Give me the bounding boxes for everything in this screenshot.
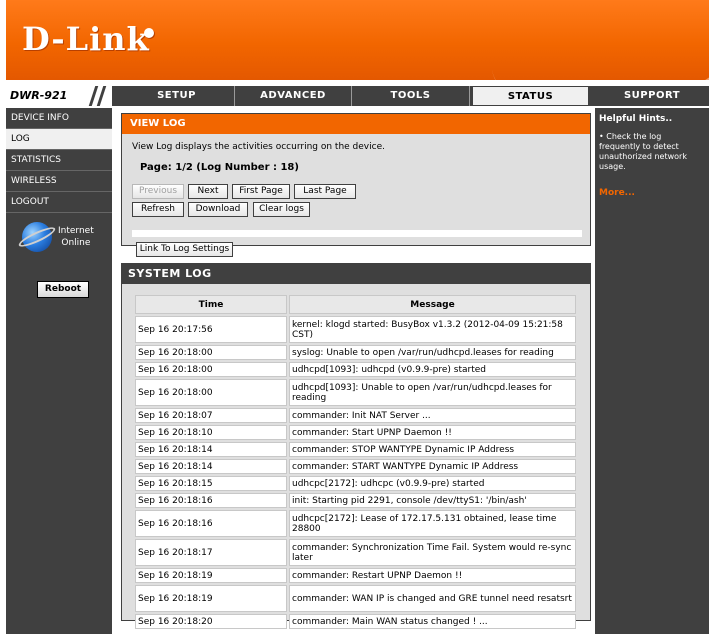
- sidebar-item-statistics[interactable]: STATISTICS: [6, 150, 112, 171]
- table-row: Sep 16 20:18:14 commander: START WANTYPE …: [135, 459, 576, 474]
- tab-advanced[interactable]: ADVANCED: [235, 86, 351, 106]
- log-time: Sep 16 20:18:10: [135, 425, 287, 440]
- table-row: Sep 16 20:18:00 udhcpd[1093]: Unable to o…: [135, 379, 576, 406]
- log-time: Sep 16 20:18:14: [135, 442, 287, 457]
- sidebar-item-device-info[interactable]: DEVICE INFO: [6, 108, 112, 129]
- table-row: Sep 16 20:18:10 commander: Start UPNP Dae…: [135, 425, 576, 440]
- log-message: init: Starting pid 2291, console /dev/tt…: [289, 493, 576, 508]
- internet-online: Online: [61, 238, 91, 248]
- log-message: commander: Start UPNP Daemon !!: [289, 425, 576, 440]
- logo-dot: [144, 28, 154, 38]
- tab-status[interactable]: STATUS: [472, 86, 589, 106]
- log-message: udhcpc[2172]: Lease of 172.17.5.131 obta…: [289, 510, 576, 537]
- tab-support[interactable]: SUPPORT: [595, 86, 709, 106]
- log-time: Sep 16 20:17:56: [135, 316, 287, 343]
- view-log-description: View Log displays the activities occurri…: [132, 142, 385, 152]
- log-message: udhcpc[2172]: udhcpc (v0.9.9-pre) starte…: [289, 476, 576, 491]
- page-info: Page: 1/2 (Log Number : 18): [140, 162, 299, 173]
- link-log-settings-button[interactable]: Link To Log Settings: [136, 242, 233, 257]
- table-row: Sep 16 20:18:00 syslog: Unable to open /v…: [135, 345, 576, 360]
- system-log-panel: SYSTEM LOG Time Message Sep 16 20:17:56 k…: [121, 263, 591, 629]
- table-row: Sep 16 20:18:16 init: Starting pid 2291, …: [135, 493, 576, 508]
- main-content: VIEW LOG View Log displays the activitie…: [119, 108, 592, 634]
- table-row: Sep 16 20:18:00 udhcpd[1093]: udhcpd (v0.…: [135, 362, 576, 377]
- log-time: Sep 16 20:18:17: [135, 539, 287, 566]
- next-button[interactable]: Next: [188, 184, 228, 199]
- more-link[interactable]: More...: [599, 188, 635, 198]
- log-time: Sep 16 20:18:00: [135, 362, 287, 377]
- model-label: DWR-921: [6, 86, 112, 106]
- log-time: Sep 16 20:18:19: [135, 585, 287, 612]
- header-swoosh: [476, 0, 709, 80]
- table-row: Sep 16 20:18:19 commander: WAN IP is chan…: [135, 585, 576, 612]
- tab-tools[interactable]: TOOLS: [352, 86, 469, 106]
- log-message: commander: Main WAN status changed ! ...: [289, 614, 576, 629]
- sidebar: DEVICE INFO LOG STATISTICS WIRELESS LOGO…: [6, 108, 112, 634]
- system-log-title: SYSTEM LOG: [122, 264, 590, 284]
- log-time: Sep 16 20:18:07: [135, 408, 287, 423]
- tab-setup[interactable]: SETUP: [119, 86, 234, 106]
- log-time: Sep 16 20:18:19: [135, 568, 287, 583]
- log-time: Sep 16 20:18:16: [135, 510, 287, 537]
- log-time: Sep 16 20:18:00: [135, 345, 287, 360]
- view-log-panel: VIEW LOG View Log displays the activitie…: [121, 113, 591, 257]
- log-time: Sep 16 20:18:15: [135, 476, 287, 491]
- last-page-button[interactable]: Last Page: [294, 184, 356, 199]
- reboot-button[interactable]: Reboot: [37, 281, 89, 298]
- log-message: commander: START WANTYPE Dynamic IP Addr…: [289, 459, 576, 474]
- column-header-message: Message: [289, 295, 576, 314]
- column-header-time: Time: [135, 295, 287, 314]
- hints-text: • Check the log frequently to detect una…: [599, 132, 687, 171]
- model-name: DWR-921: [10, 89, 68, 102]
- previous-button[interactable]: Previous: [132, 184, 184, 199]
- download-button[interactable]: Download: [188, 202, 248, 217]
- header-banner: D-Link: [6, 0, 709, 80]
- log-time: Sep 16 20:18:14: [135, 459, 287, 474]
- table-row: Sep 16 20:18:20 commander: Main WAN statu…: [135, 614, 576, 629]
- helpful-hints-panel: Helpful Hints.. • Check the log frequent…: [595, 108, 709, 634]
- table-row: Sep 16 20:18:14 commander: STOP WANTYPE D…: [135, 442, 576, 457]
- log-time: Sep 16 20:18:00: [135, 379, 287, 406]
- internet-label: Internet: [58, 226, 94, 236]
- refresh-button[interactable]: Refresh: [132, 202, 184, 217]
- table-header-row: Time Message: [135, 295, 576, 314]
- table-row: Sep 16 20:18:07 commander: Init NAT Serve…: [135, 408, 576, 423]
- system-log-table: Time Message Sep 16 20:17:56 kernel: klog…: [133, 293, 578, 631]
- clear-logs-button[interactable]: Clear logs: [253, 202, 310, 217]
- log-message: commander: Restart UPNP Daemon !!: [289, 568, 576, 583]
- log-message: udhcpd[1093]: Unable to open /var/run/ud…: [289, 379, 576, 406]
- sidebar-item-wireless[interactable]: WIRELESS: [6, 171, 112, 192]
- log-message: commander: Synchronization Time Fail. Sy…: [289, 539, 576, 566]
- log-message: commander: Init NAT Server ...: [289, 408, 576, 423]
- log-message: commander: STOP WANTYPE Dynamic IP Addre…: [289, 442, 576, 457]
- log-message: kernel: klogd started: BusyBox v1.3.2 (2…: [289, 316, 576, 343]
- table-row: Sep 16 20:17:56 kernel: klogd started: Bu…: [135, 316, 576, 343]
- sidebar-item-logout[interactable]: LOGOUT: [6, 192, 112, 213]
- globe-icon: [22, 222, 52, 252]
- log-message: syslog: Unable to open /var/run/udhcpd.l…: [289, 345, 576, 360]
- log-time: Sep 16 20:18:16: [135, 493, 287, 508]
- divider-bar: [132, 230, 582, 237]
- table-row: Sep 16 20:18:19 commander: Restart UPNP D…: [135, 568, 576, 583]
- tab-separator: [469, 86, 470, 106]
- table-row: Sep 16 20:18:17 commander: Synchronizatio…: [135, 539, 576, 566]
- sidebar-item-log[interactable]: LOG: [6, 129, 112, 150]
- first-page-button[interactable]: First Page: [232, 184, 290, 199]
- internet-status: Internet Online: [22, 222, 114, 262]
- table-row: Sep 16 20:18:15 udhcpc[2172]: udhcpc (v0.…: [135, 476, 576, 491]
- model-slash: [96, 86, 107, 106]
- internet-status-text: Internet Online: [58, 225, 94, 249]
- hints-title: Helpful Hints..: [599, 114, 673, 124]
- dlink-logo: D-Link: [22, 20, 150, 58]
- log-time: Sep 16 20:18:20: [135, 614, 287, 629]
- log-message: udhcpd[1093]: udhcpd (v0.9.9-pre) starte…: [289, 362, 576, 377]
- table-row: Sep 16 20:18:16 udhcpc[2172]: Lease of 17…: [135, 510, 576, 537]
- view-log-title: VIEW LOG: [122, 114, 590, 134]
- log-message: commander: WAN IP is changed and GRE tun…: [289, 585, 576, 612]
